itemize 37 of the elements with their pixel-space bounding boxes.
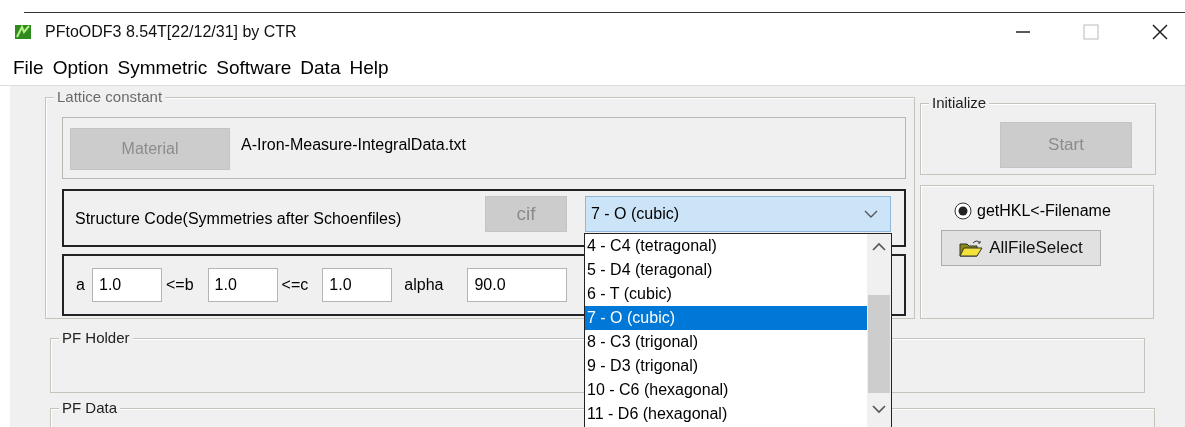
structure-dropdown[interactable]: 7 - O (cubic) xyxy=(585,196,891,232)
menu-item[interactable]: File xyxy=(13,57,44,79)
scrollbar[interactable] xyxy=(867,234,891,427)
parameter-field[interactable]: 1.0 xyxy=(92,268,162,302)
app-icon xyxy=(14,23,32,41)
menu-item[interactable]: Data xyxy=(300,57,341,79)
parameter-label: a xyxy=(76,276,86,294)
dropdown-option[interactable]: 9 - D3 (trigonal) xyxy=(585,354,867,378)
dropdown-option[interactable]: 6 - T (cubic) xyxy=(585,282,867,306)
menu-item[interactable]: Option xyxy=(52,57,109,79)
radio-label[interactable]: getHKL<-Filename xyxy=(977,202,1111,220)
menu-item[interactable]: Help xyxy=(349,57,389,79)
dropdown-option[interactable]: 11 - D6 (hexagonal) xyxy=(585,402,867,426)
parameter-label: <=c xyxy=(281,276,309,294)
dropdown-option[interactable]: 8 - C3 (trigonal) xyxy=(585,330,867,354)
parameter-label: <=b xyxy=(166,276,194,294)
file-name: A-Iron-Measure-IntegralData.txt xyxy=(241,136,466,154)
window-title: PFtoODF3 8.54T[22/12/31] by CTR xyxy=(45,23,297,41)
scroll-down-icon[interactable] xyxy=(872,405,886,414)
folder-icon xyxy=(959,238,984,258)
parameter-field[interactable]: 1.0 xyxy=(207,268,278,302)
all-file-select-button[interactable]: AllFileSelect xyxy=(941,230,1101,266)
menu-item[interactable]: Symmetric xyxy=(117,57,208,79)
chevron-icon xyxy=(864,209,878,219)
scroll-thumb[interactable] xyxy=(868,295,890,393)
dropdown-option[interactable]: 7 - O (cubic) xyxy=(585,306,867,330)
dropdown-option[interactable]: 10 - C6 (hexagonal) xyxy=(585,378,867,402)
menu-item[interactable]: Software xyxy=(216,57,292,79)
radio-button[interactable] xyxy=(954,202,972,220)
parameter-field[interactable]: 90.0 xyxy=(467,268,568,302)
close-icon[interactable] xyxy=(1151,23,1169,41)
dropdown-option[interactable]: 4 - C4 (tetragonal) xyxy=(585,234,867,258)
scroll-up-icon[interactable] xyxy=(872,242,886,251)
dropdown-option[interactable]: 5 - D4 (teragonal) xyxy=(585,258,867,282)
parameter-field[interactable]: 1.0 xyxy=(322,268,393,302)
structure-label: Structure Code(Symmetries after Schoenfiles) xyxy=(75,210,403,228)
parameter-label: alpha xyxy=(404,276,444,294)
